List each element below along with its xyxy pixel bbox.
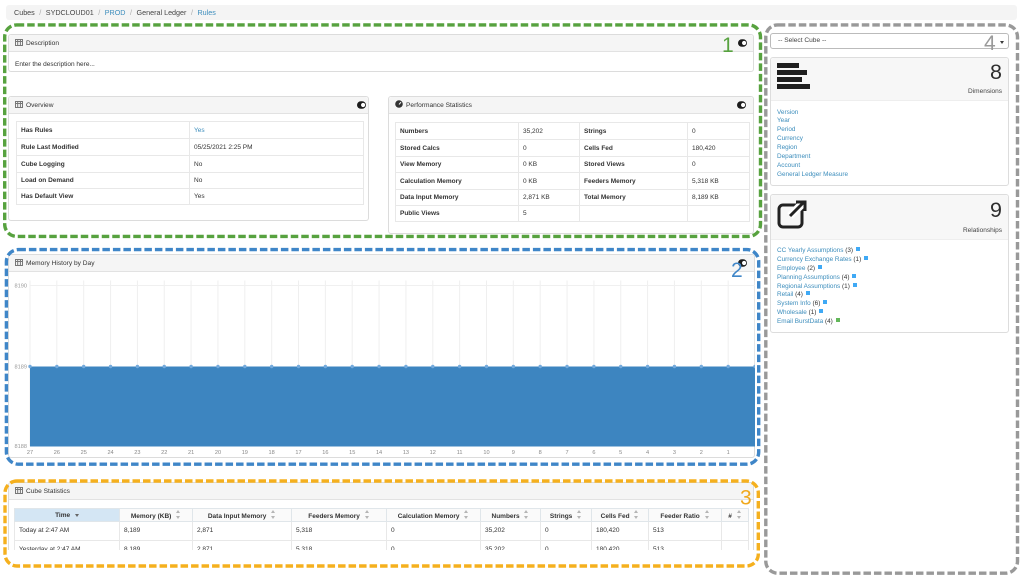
svg-text:8188: 8188 bbox=[15, 444, 27, 450]
svg-text:6: 6 bbox=[592, 450, 595, 456]
svg-text:25: 25 bbox=[81, 450, 87, 456]
svg-text:10: 10 bbox=[483, 450, 489, 456]
svg-text:22: 22 bbox=[161, 450, 167, 456]
svg-text:8189: 8189 bbox=[15, 365, 27, 371]
svg-text:19: 19 bbox=[242, 450, 248, 456]
svg-text:8: 8 bbox=[539, 450, 542, 456]
svg-text:15: 15 bbox=[349, 450, 355, 456]
svg-text:9: 9 bbox=[512, 450, 515, 456]
svg-text:1: 1 bbox=[727, 450, 730, 456]
svg-text:21: 21 bbox=[188, 450, 194, 456]
svg-text:2: 2 bbox=[700, 450, 703, 456]
svg-text:4: 4 bbox=[646, 450, 649, 456]
svg-text:12: 12 bbox=[430, 450, 436, 456]
svg-text:5: 5 bbox=[619, 450, 622, 456]
svg-text:18: 18 bbox=[269, 450, 275, 456]
svg-text:17: 17 bbox=[295, 450, 301, 456]
svg-text:14: 14 bbox=[376, 450, 382, 456]
svg-text:3: 3 bbox=[673, 450, 676, 456]
svg-text:24: 24 bbox=[107, 450, 113, 456]
svg-text:16: 16 bbox=[322, 450, 328, 456]
svg-text:13: 13 bbox=[403, 450, 409, 456]
svg-text:7: 7 bbox=[565, 450, 568, 456]
svg-text:11: 11 bbox=[457, 450, 463, 456]
svg-text:26: 26 bbox=[54, 450, 60, 456]
svg-text:20: 20 bbox=[215, 450, 221, 456]
svg-text:23: 23 bbox=[134, 450, 140, 456]
svg-text:8190: 8190 bbox=[15, 284, 27, 290]
svg-text:27: 27 bbox=[27, 450, 33, 456]
